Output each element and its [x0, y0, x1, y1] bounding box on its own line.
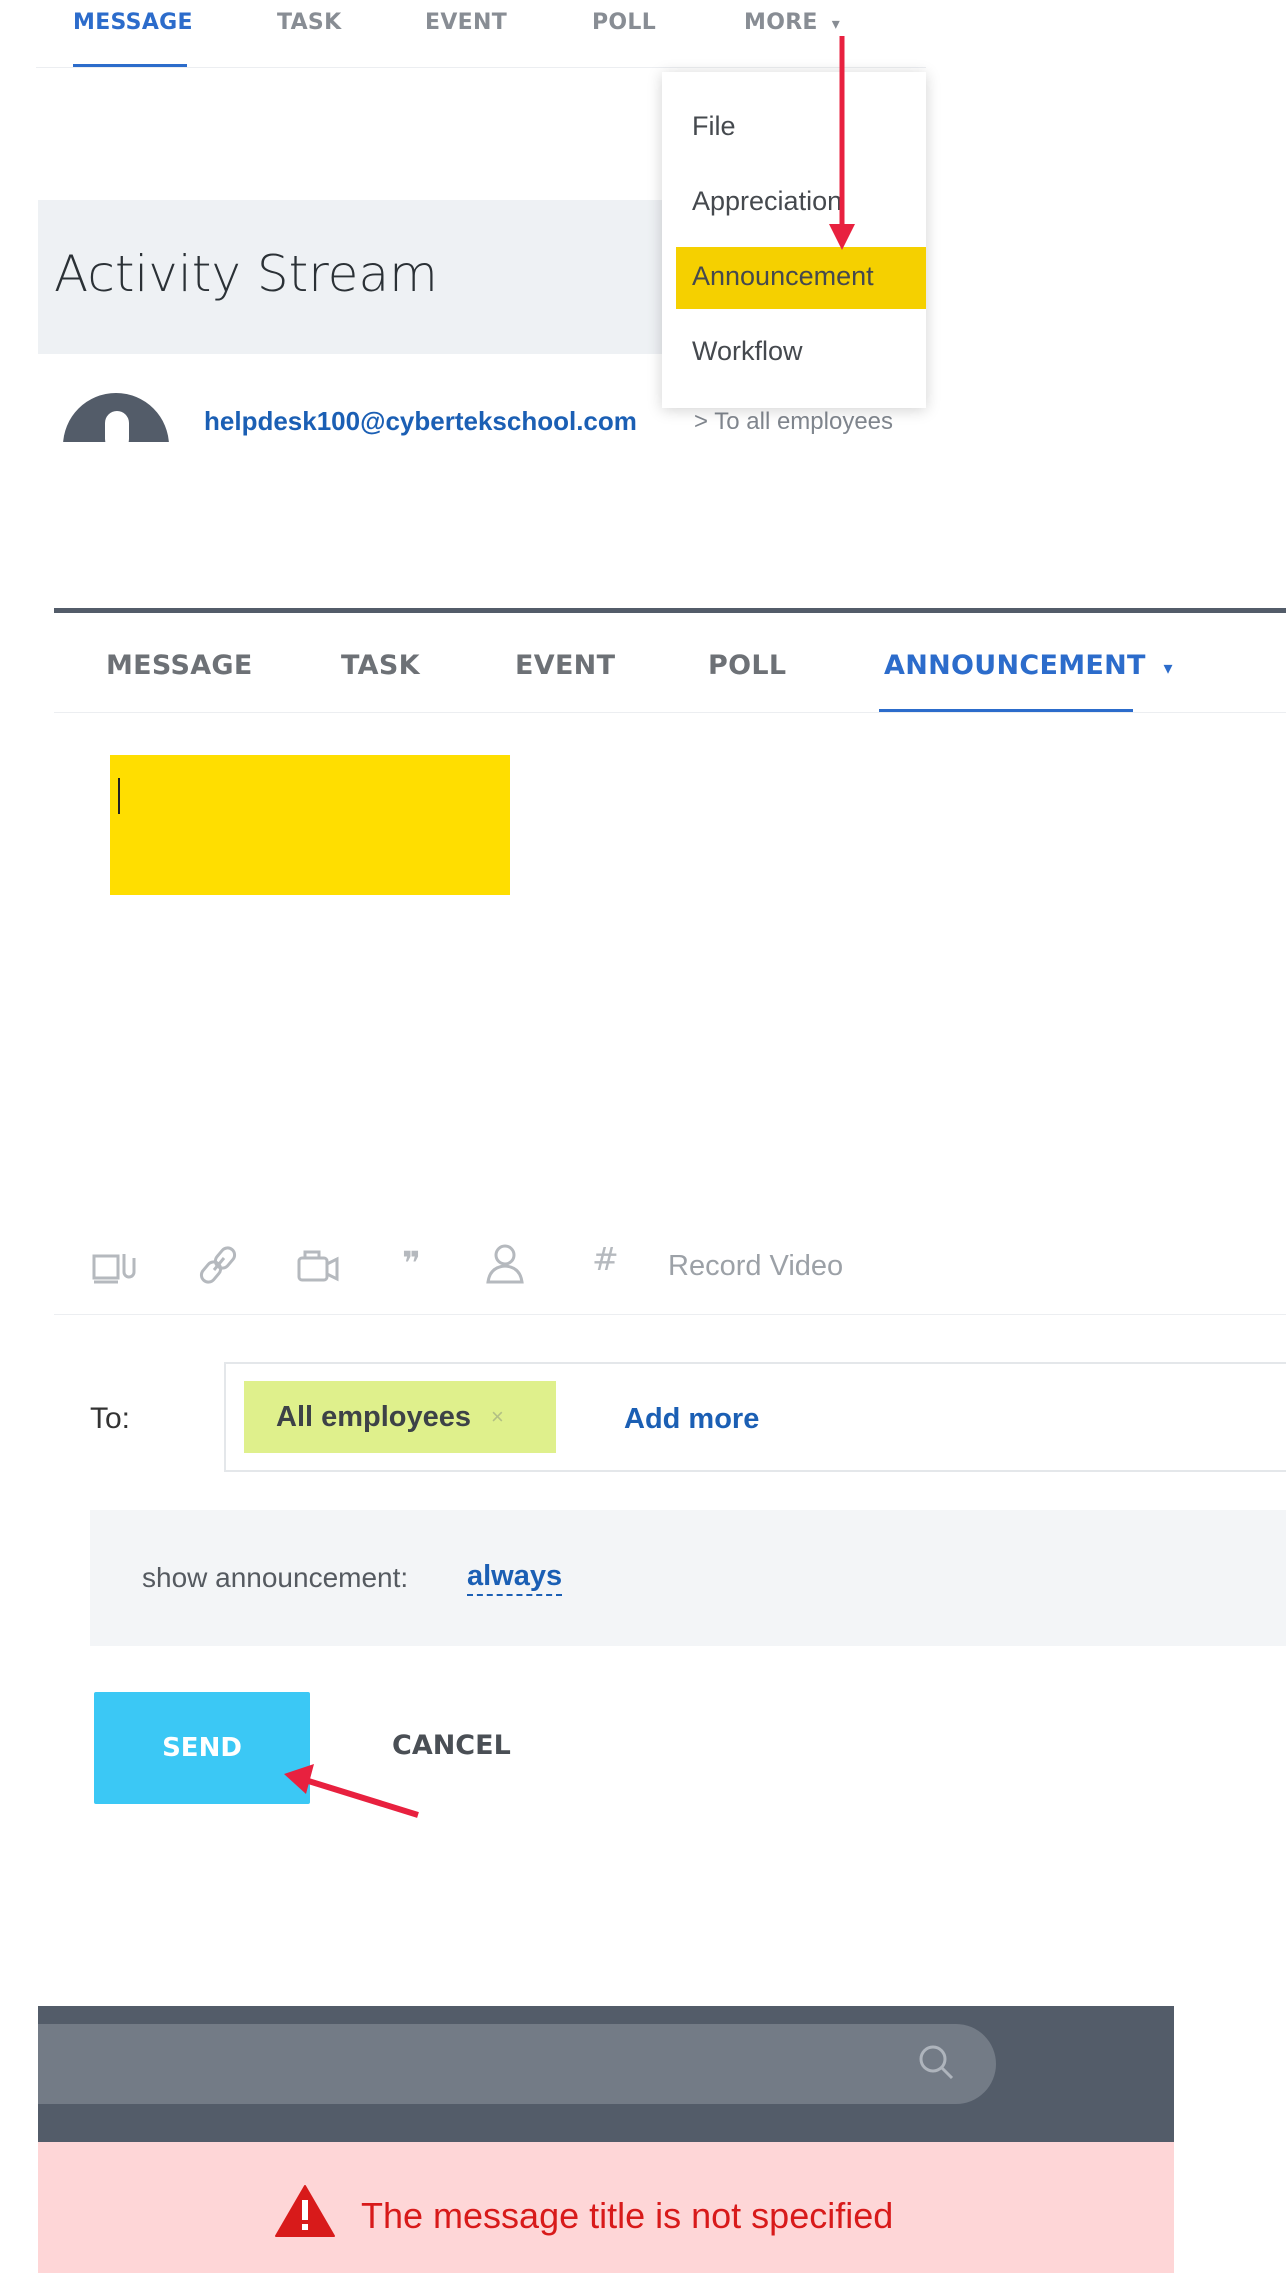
search-input[interactable]: [38, 2024, 996, 2104]
show-announcement-dropdown[interactable]: always: [467, 1560, 563, 1596]
tab-event[interactable]: EVENT: [515, 650, 615, 681]
post-recipient: > To all employees: [694, 408, 894, 435]
more-dropdown-menu: File Appreciation Workflow: [662, 72, 926, 408]
mention-user-icon[interactable]: [484, 1242, 526, 1284]
tab-announcement[interactable]: ANNOUNCEMENT ▾: [884, 650, 1173, 681]
close-icon[interactable]: ×: [491, 1404, 504, 1430]
search-icon[interactable]: [910, 2036, 966, 2092]
send-button[interactable]: SEND: [94, 1692, 310, 1804]
warning-icon: [275, 2185, 335, 2237]
page-title: Activity Stream: [54, 245, 438, 303]
tab-more[interactable]: MORE ▾: [744, 10, 840, 35]
tab-task[interactable]: TASK: [341, 650, 420, 681]
post-author-link[interactable]: helpdesk100@cybertekschool.com: [204, 406, 637, 437]
tab-more-label: MORE: [744, 10, 818, 35]
tabs-divider: [36, 67, 926, 68]
record-video-button[interactable]: Record Video: [668, 1250, 843, 1283]
show-announcement-label: show announcement:: [142, 1562, 409, 1593]
menu-item-announcement-highlight[interactable]: Announcement: [676, 247, 926, 309]
message-editor-highlight[interactable]: [110, 755, 510, 895]
chevron-down-icon: ▾: [1163, 658, 1173, 679]
tab-poll[interactable]: POLL: [592, 10, 656, 35]
text-cursor: [118, 778, 120, 814]
tab-announcement-label: ANNOUNCEMENT: [884, 650, 1146, 681]
quote-icon[interactable]: ❞: [402, 1244, 421, 1282]
add-more-link[interactable]: Add more: [624, 1403, 759, 1436]
form-top-border: [54, 608, 1286, 613]
panel-cutoff: [0, 442, 1286, 532]
menu-item-appreciation[interactable]: Appreciation: [692, 186, 842, 217]
tab-message[interactable]: MESSAGE: [73, 10, 193, 35]
menu-item-file[interactable]: File: [692, 111, 736, 142]
arrow-to-send: [301, 1776, 419, 1818]
tab-message[interactable]: MESSAGE: [106, 650, 253, 681]
menu-item-announcement: Announcement: [692, 261, 874, 291]
hashtag-icon[interactable]: #: [592, 1240, 619, 1278]
tab-poll[interactable]: POLL: [708, 650, 786, 681]
recipient-chip-label: All employees: [276, 1400, 472, 1433]
cancel-button[interactable]: CANCEL: [392, 1730, 511, 1761]
tabs-divider: [54, 712, 1286, 713]
chevron-down-icon: ▾: [831, 14, 841, 33]
error-message: The message title is not specified: [361, 2195, 894, 2236]
tab-event[interactable]: EVENT: [425, 10, 507, 35]
toolbar-divider: [54, 1314, 1286, 1315]
link-icon[interactable]: [198, 1244, 238, 1286]
attach-file-icon[interactable]: [92, 1250, 138, 1286]
tab-task[interactable]: TASK: [277, 10, 341, 35]
video-camera-icon[interactable]: [296, 1250, 340, 1284]
recipient-chip[interactable]: All employees ×: [244, 1381, 556, 1453]
to-label: To:: [90, 1402, 131, 1435]
menu-item-workflow[interactable]: Workflow: [692, 336, 803, 367]
